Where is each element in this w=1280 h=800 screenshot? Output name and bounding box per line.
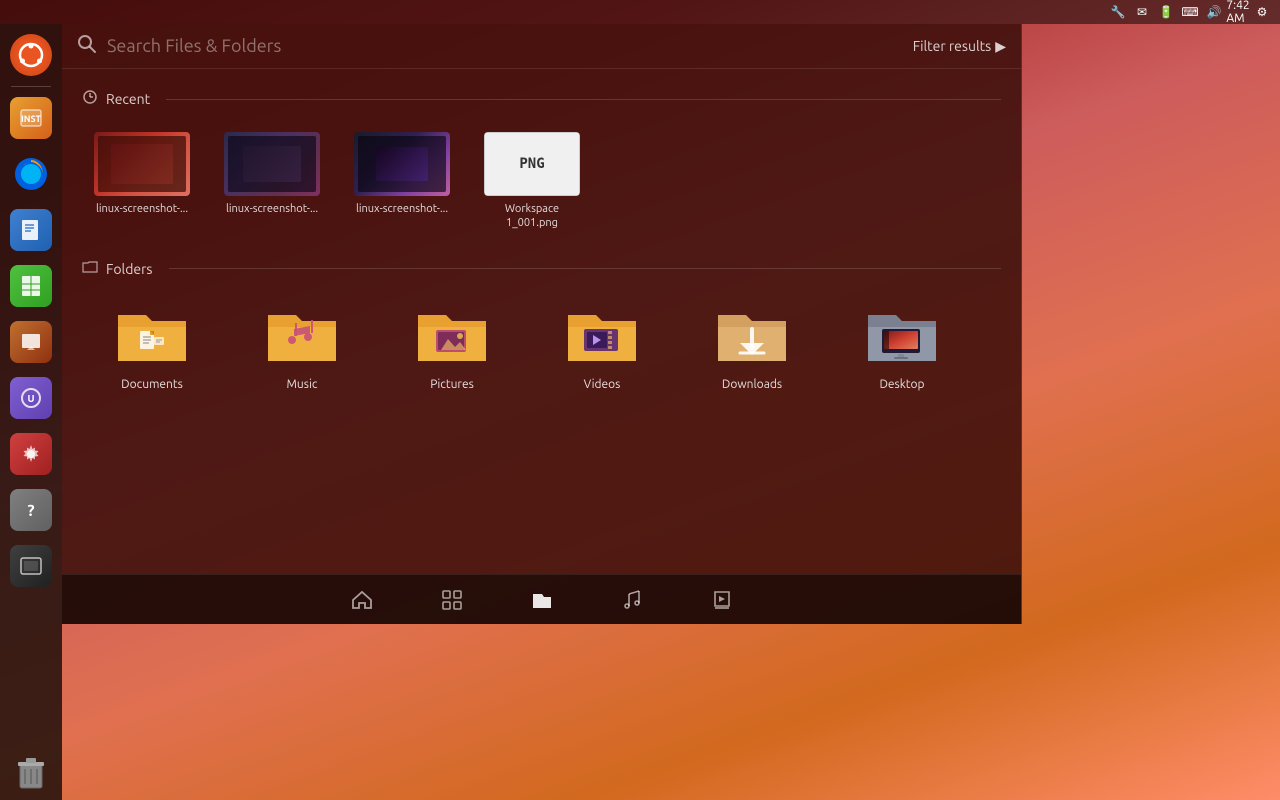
lens-video[interactable]	[702, 580, 742, 620]
folders-label: Folders	[106, 261, 153, 277]
lens-home[interactable]	[342, 580, 382, 620]
launcher-item-impress[interactable]	[4, 315, 58, 369]
folders-icon	[82, 259, 98, 279]
lens-apps[interactable]	[432, 580, 472, 620]
recent-clock-icon	[82, 89, 98, 109]
folder-music[interactable]: Music	[232, 294, 372, 399]
folder-downloads-label: Downloads	[722, 378, 782, 391]
ubuntu-logo-icon	[10, 34, 52, 76]
folder-desktop[interactable]: Desktop	[832, 294, 972, 399]
folders-section-header: Folders	[82, 259, 1001, 279]
launcher-item-ubuntu-one[interactable]: U	[4, 371, 58, 425]
folders-divider	[169, 268, 1001, 269]
lens-files[interactable]	[522, 580, 562, 620]
folder-downloads[interactable]: Downloads	[682, 294, 822, 399]
screenshot-thumb-2	[224, 132, 320, 196]
recent-section-header: Recent	[82, 89, 1001, 109]
recent-label: Recent	[106, 91, 150, 107]
launcher-item-screenshot[interactable]	[4, 539, 58, 593]
launcher-item-trash[interactable]	[4, 746, 58, 800]
screenshot-tool-icon	[10, 545, 52, 587]
launcher-divider-1	[11, 86, 51, 87]
top-panel: 🔧 ✉ 🔋 ⌨ 🔊 7:42 AM ⚙	[0, 0, 1280, 24]
svg-text:U: U	[27, 393, 34, 404]
folder-videos-icon	[562, 302, 642, 372]
search-input[interactable]	[107, 36, 913, 56]
firefox-icon	[10, 153, 52, 195]
folder-pictures-icon	[412, 302, 492, 372]
ubuntu-one-icon: U	[10, 377, 52, 419]
search-icon	[77, 34, 97, 58]
filter-results-button[interactable]: Filter results ▶	[913, 38, 1006, 55]
folder-desktop-icon	[862, 302, 942, 372]
svg-text:INST: INST	[21, 114, 41, 124]
folder-music-label: Music	[287, 378, 318, 391]
recent-files-grid: linux-screenshot-... linux-screenshot-..…	[82, 124, 1001, 239]
settings-icon	[10, 433, 52, 475]
trash-icon	[10, 752, 52, 794]
launcher-item-help[interactable]: ?	[4, 483, 58, 537]
recent-divider	[166, 99, 1001, 100]
battery-icon: 🔋	[1158, 4, 1174, 20]
folder-documents-icon	[112, 302, 192, 372]
recent-file-3[interactable]: linux-screenshot-...	[342, 124, 462, 239]
launcher-item-ubuntu[interactable]	[4, 28, 58, 82]
top-panel-icon-1: 🔧	[1110, 4, 1126, 20]
launcher: INST	[0, 24, 62, 800]
installer-icon: INST	[10, 97, 52, 139]
keyboard-icon: ⌨	[1182, 4, 1198, 20]
folder-downloads-icon	[712, 302, 792, 372]
mail-icon[interactable]: ✉	[1134, 4, 1150, 20]
power-icon[interactable]: ⚙	[1254, 4, 1270, 20]
system-tray: 🔧 ✉ 🔋 ⌨ 🔊 7:42 AM ⚙	[1110, 4, 1270, 20]
filter-chevron-icon: ▶	[995, 38, 1006, 55]
volume-icon: 🔊	[1206, 4, 1222, 20]
screenshot-thumb-3	[354, 132, 450, 196]
recent-file-1[interactable]: linux-screenshot-...	[82, 124, 202, 239]
dash-content: Recent linux-screenshot-...	[62, 69, 1021, 574]
png-thumb: PNG	[484, 132, 580, 196]
dash-window: Filter results ▶ Recent	[62, 24, 1022, 624]
search-bar: Filter results ▶	[62, 24, 1021, 69]
writer-icon	[10, 209, 52, 251]
help-icon: ?	[10, 489, 52, 531]
screenshot-thumb-1	[94, 132, 190, 196]
folder-pictures-label: Pictures	[430, 378, 474, 391]
launcher-item-settings[interactable]	[4, 427, 58, 481]
recent-file-1-name: linux-screenshot-...	[96, 202, 188, 216]
launcher-item-writer[interactable]	[4, 203, 58, 257]
recent-file-4[interactable]: PNG Workspace 1_001.png	[472, 124, 592, 239]
clock: 7:42 AM	[1230, 4, 1246, 20]
launcher-item-calc[interactable]	[4, 259, 58, 313]
desktop: 🔧 ✉ 🔋 ⌨ 🔊 7:42 AM ⚙	[0, 0, 1280, 800]
recent-file-3-name: linux-screenshot-...	[356, 202, 448, 216]
recent-file-2-name: linux-screenshot-...	[226, 202, 318, 216]
lens-music[interactable]	[612, 580, 652, 620]
calc-icon	[10, 265, 52, 307]
folders-grid: Documents	[82, 294, 1001, 399]
folder-videos-label: Videos	[584, 378, 621, 391]
launcher-item-firefox[interactable]	[4, 147, 58, 201]
folder-music-icon	[262, 302, 342, 372]
lens-bar	[62, 574, 1021, 624]
filter-results-label: Filter results	[913, 38, 991, 54]
folder-documents[interactable]: Documents	[82, 294, 222, 399]
folder-videos[interactable]: Videos	[532, 294, 672, 399]
folder-documents-label: Documents	[121, 378, 183, 391]
folder-pictures[interactable]: Pictures	[382, 294, 522, 399]
svg-text:?: ?	[27, 502, 34, 520]
recent-file-4-name: Workspace 1_001.png	[480, 202, 584, 231]
recent-file-2[interactable]: linux-screenshot-...	[212, 124, 332, 239]
folder-desktop-label: Desktop	[879, 378, 924, 391]
launcher-item-installer[interactable]: INST	[4, 91, 58, 145]
png-thumb-wrap: PNG	[484, 132, 580, 196]
impress-icon	[10, 321, 52, 363]
